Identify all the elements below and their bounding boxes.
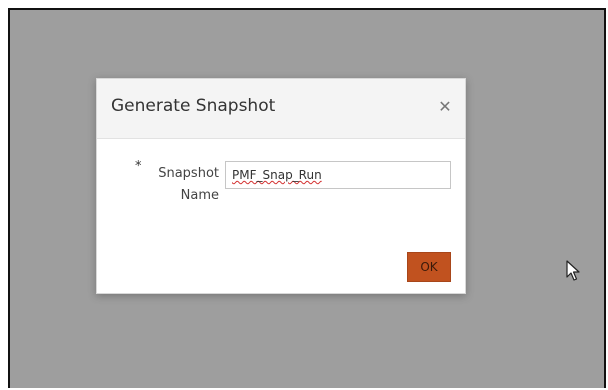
snapshot-name-value: PMF_Snap_Run [232, 168, 322, 182]
close-icon[interactable]: ✕ [437, 99, 453, 115]
snapshot-name-label: Snapshot Name [158, 166, 219, 203]
generate-snapshot-dialog: Generate Snapshot ✕ * Snapshot Name PMF_… [96, 78, 466, 294]
required-marker: * [135, 159, 142, 174]
dialog-title: Generate Snapshot [111, 96, 276, 116]
ok-button[interactable]: OK [407, 252, 451, 282]
snapshot-name-input[interactable]: PMF_Snap_Run [225, 161, 451, 189]
mouse-pointer-icon [566, 260, 580, 281]
dialog-header: Generate Snapshot ✕ [97, 79, 465, 139]
modal-overlay: Generate Snapshot ✕ * Snapshot Name PMF_… [8, 8, 606, 388]
